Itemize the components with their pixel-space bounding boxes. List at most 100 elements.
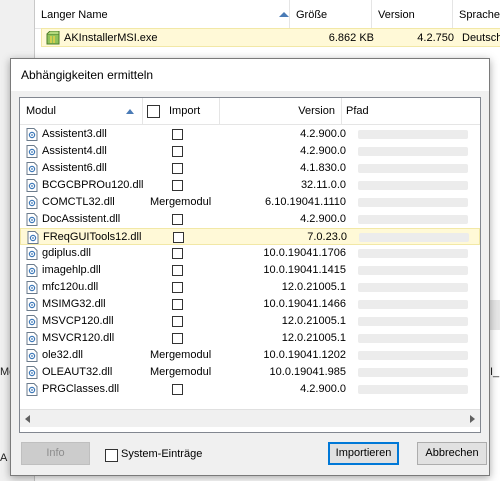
table-row[interactable]: imagehlp.dll 10.0.19041.1415: [20, 262, 480, 279]
import-checkbox[interactable]: [172, 180, 183, 191]
import-checkbox[interactable]: [173, 232, 184, 243]
redaction-blur: [358, 249, 468, 258]
info-button[interactable]: Info: [21, 442, 90, 465]
dll-file-icon: [26, 366, 38, 379]
table-row[interactable]: FReqGUITools12.dll 7.0.23.0: [20, 228, 480, 245]
import-type: Mergemodul: [150, 196, 212, 208]
import-checkbox[interactable]: [172, 316, 183, 327]
table-row[interactable]: Assistent4.dll 4.2.900.0: [20, 143, 480, 160]
module-path-redacted: [352, 364, 480, 381]
import-checkbox[interactable]: [172, 384, 183, 395]
table-row[interactable]: MSVCP120.dll 12.0.21005.1: [20, 313, 480, 330]
sort-arrow-icon: [279, 12, 289, 17]
redaction-blur: [358, 283, 468, 292]
column-long-name[interactable]: Langer Name: [35, 0, 290, 28]
module-version: 10.0.19041.985: [269, 366, 346, 378]
import-type: Mergemodul: [150, 349, 212, 361]
module-name: ole32.dll: [42, 349, 83, 361]
file-size: 6.862 KB: [328, 32, 374, 44]
import-checkbox[interactable]: [172, 333, 183, 344]
module-path-redacted: [352, 381, 480, 398]
dll-file-icon: [26, 298, 38, 311]
redaction-blur: [358, 198, 468, 207]
column-path[interactable]: Pfad: [342, 98, 480, 124]
table-row[interactable]: DocAssistent.dll 4.2.900.0: [20, 211, 480, 228]
redaction-blur: [358, 181, 468, 190]
module-path-redacted: [352, 211, 480, 228]
module-name: MSVCR120.dll: [42, 332, 115, 344]
module-name: mfc120u.dll: [42, 281, 99, 293]
module-name: Assistent3.dll: [42, 128, 107, 140]
dll-file-icon: [26, 179, 38, 192]
column-module[interactable]: Modul: [20, 98, 143, 124]
scroll-right-icon[interactable]: [470, 415, 475, 423]
import-checkbox[interactable]: [172, 129, 183, 140]
redaction-blur: [358, 334, 468, 343]
module-path-redacted: [352, 313, 480, 330]
import-checkbox[interactable]: [172, 163, 183, 174]
import-checkbox[interactable]: [172, 146, 183, 157]
module-path-redacted: [352, 330, 480, 347]
module-version: 12.0.21005.1: [281, 281, 346, 293]
column-size[interactable]: Größe: [290, 0, 372, 28]
column-module-label: Modul: [26, 105, 56, 117]
table-row[interactable]: PRGClasses.dll 4.2.900.0: [20, 381, 480, 398]
dialog-title: Abhängigkeiten ermitteln: [21, 68, 154, 82]
module-list[interactable]: Modul Import Version Pfad Assistent3.dll…: [19, 97, 481, 433]
sort-ascending-icon: [126, 109, 134, 114]
import-checkbox[interactable]: [172, 214, 183, 225]
module-path-redacted: [352, 194, 480, 211]
table-row[interactable]: mfc120u.dll 12.0.21005.1: [20, 279, 480, 296]
module-version: 10.0.19041.1466: [263, 298, 346, 310]
dll-file-icon: [26, 332, 38, 345]
dll-file-icon: [26, 349, 38, 362]
dll-file-icon: [26, 383, 38, 396]
redaction-blur: [358, 300, 468, 309]
module-name: Assistent4.dll: [42, 145, 107, 157]
redaction-blur: [358, 164, 468, 173]
import-button[interactable]: Importieren: [328, 442, 399, 465]
column-import[interactable]: Import: [143, 98, 220, 124]
background-file-row[interactable]: AKInstallerMSI.exe 6.862 KB 4.2.750 Deut…: [41, 28, 500, 47]
dll-file-icon: [26, 264, 38, 277]
import-checkbox[interactable]: [172, 282, 183, 293]
background-list-header: Langer Name Größe Version Sprache: [35, 0, 500, 29]
dialog-title-bar[interactable]: Abhängigkeiten ermitteln: [11, 59, 489, 91]
dll-file-icon: [26, 281, 38, 294]
horizontal-scrollbar[interactable]: [20, 409, 480, 427]
module-name: gdiplus.dll: [42, 247, 91, 259]
table-row[interactable]: Assistent6.dll 4.1.830.0: [20, 160, 480, 177]
module-name: MSVCP120.dll: [42, 315, 114, 327]
table-row[interactable]: BCGCBPROu120.dll 32.11.0.0: [20, 177, 480, 194]
module-path-redacted: [352, 177, 480, 194]
cancel-button[interactable]: Abbrechen: [417, 442, 487, 465]
module-version: 4.2.900.0: [300, 213, 346, 225]
import-checkbox[interactable]: [172, 248, 183, 259]
module-name: PRGClasses.dll: [42, 383, 120, 395]
column-language[interactable]: Sprache: [453, 0, 500, 28]
table-row[interactable]: gdiplus.dll 10.0.19041.1706: [20, 245, 480, 262]
redaction-blur: [359, 233, 469, 242]
module-list-header: Modul Import Version Pfad: [20, 98, 480, 125]
module-name: MSIMG32.dll: [42, 298, 106, 310]
dependencies-dialog: Abhängigkeiten ermitteln Modul Import Ve…: [10, 58, 490, 476]
system-entries-checkbox[interactable]: [105, 449, 118, 462]
table-row[interactable]: MSVCR120.dll 12.0.21005.1: [20, 330, 480, 347]
module-version: 32.11.0.0: [300, 179, 346, 191]
column-version[interactable]: Version: [220, 98, 342, 124]
table-row[interactable]: MSIMG32.dll 10.0.19041.1466: [20, 296, 480, 313]
table-row[interactable]: ole32.dll Mergemodul 10.0.19041.1202: [20, 347, 480, 364]
import-type: Mergemodul: [150, 366, 212, 378]
module-name: OLEAUT32.dll: [42, 366, 113, 378]
table-row[interactable]: COMCTL32.dll Mergemodul 6.10.19041.1110: [20, 194, 480, 211]
redaction-blur: [358, 147, 468, 156]
scroll-left-icon[interactable]: [25, 415, 30, 423]
module-path-redacted: [352, 296, 480, 313]
table-row[interactable]: Assistent3.dll 4.2.900.0: [20, 126, 480, 143]
installer-package-icon: [46, 31, 60, 45]
table-row[interactable]: OLEAUT32.dll Mergemodul 10.0.19041.985: [20, 364, 480, 381]
import-checkbox[interactable]: [172, 265, 183, 276]
import-all-checkbox[interactable]: [147, 105, 160, 118]
column-version[interactable]: Version: [372, 0, 453, 28]
import-checkbox[interactable]: [172, 299, 183, 310]
